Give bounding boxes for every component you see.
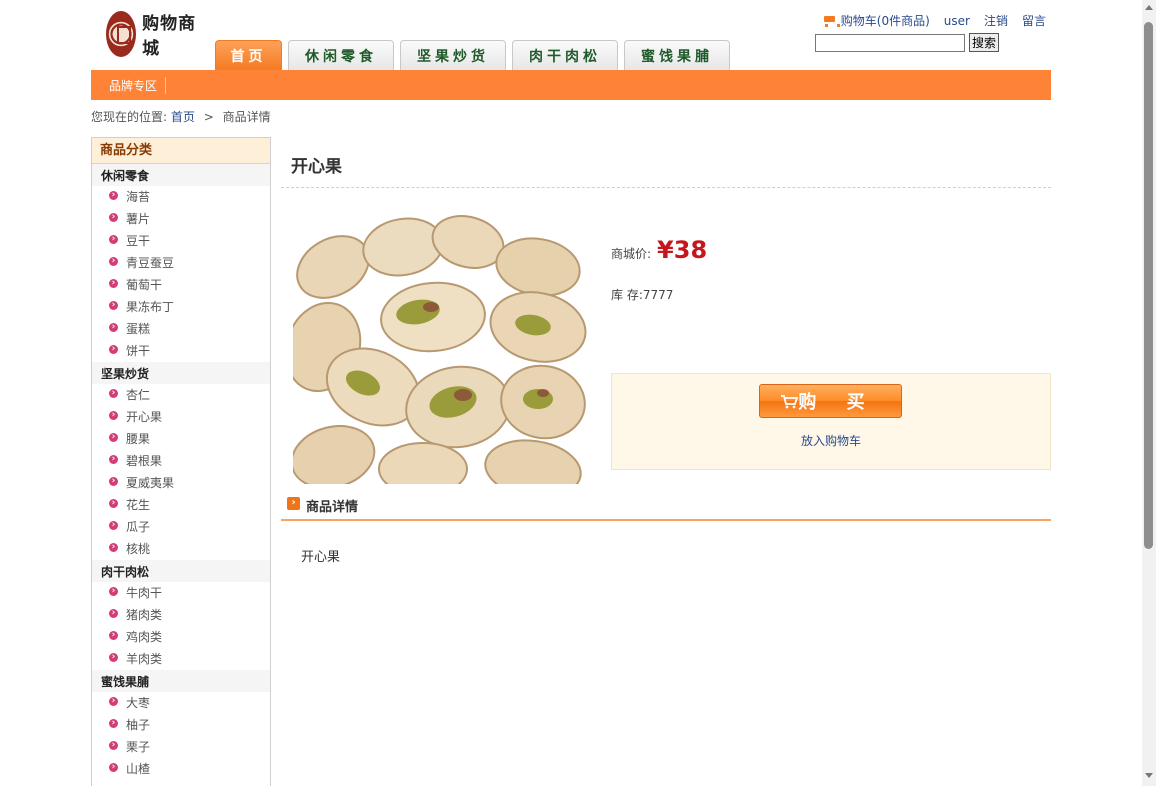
sidebar-item[interactable]: 碧根果: [92, 450, 270, 472]
detail-body: 开心果: [301, 550, 341, 565]
price-label: 商城价:: [611, 247, 652, 261]
tab-home[interactable]: 首页: [215, 40, 282, 70]
title-divider: [281, 187, 1051, 188]
tab-nuts[interactable]: 坚果炒货: [400, 40, 506, 70]
buy-button[interactable]: 购 买: [759, 384, 902, 418]
category-sidebar: 商品分类 休闲零食 海苔 薯片 豆干 青豆蚕豆 葡萄干 果冻布丁 蛋糕 饼干 坚…: [91, 137, 271, 786]
sidebar-item[interactable]: 葡萄干: [92, 274, 270, 296]
arrow-right-icon: ›: [287, 497, 300, 510]
sidebar-item[interactable]: 夏威夷果: [92, 472, 270, 494]
sidebar-category[interactable]: 休闲零食: [92, 164, 270, 186]
breadcrumb-current: 商品详情: [222, 110, 271, 124]
detail-title: 商品详情: [306, 500, 359, 515]
sidebar-item[interactable]: 果冻布丁: [92, 296, 270, 318]
product-title: 开心果: [291, 157, 342, 177]
logout-link[interactable]: 注销: [984, 12, 1008, 29]
scroll-up-arrow-icon[interactable]: [1145, 5, 1153, 10]
tab-jerky[interactable]: 肉干肉松: [512, 40, 618, 70]
brand-zone-link[interactable]: 品牌专区: [109, 76, 167, 94]
sidebar-item[interactable]: 薯片: [92, 208, 270, 230]
breadcrumb-separator: >: [203, 110, 214, 124]
navbar: 品牌专区: [91, 70, 1051, 100]
breadcrumb: 您现在的位置: 首页 > 商品详情: [91, 108, 271, 125]
main-tabs: 首页 休闲零食 坚果炒货 肉干肉松 蜜饯果脯: [215, 40, 730, 70]
sidebar-item[interactable]: 鸡肉类: [92, 626, 270, 648]
detail-section-header: › 商品详情: [281, 494, 1051, 521]
sidebar-item[interactable]: 花生: [92, 494, 270, 516]
shopping-cart-icon: [823, 15, 840, 27]
scroll-thumb[interactable]: [1144, 22, 1153, 549]
breadcrumb-home[interactable]: 首页: [171, 110, 195, 124]
tab-preserved-fruit[interactable]: 蜜饯果脯: [624, 40, 730, 70]
sidebar-item[interactable]: 海苔: [92, 186, 270, 208]
pistachio-illustration: [293, 207, 589, 484]
site-logo[interactable]: 购物商城: [106, 10, 210, 59]
add-to-cart-link[interactable]: 放入购物车: [612, 432, 1050, 449]
sidebar-item[interactable]: 开心果: [92, 406, 270, 428]
sidebar-category[interactable]: 肉干肉松: [92, 560, 270, 582]
cart-link-label[interactable]: 购物车(0件商品): [841, 12, 930, 29]
scroll-down-arrow-icon[interactable]: [1145, 773, 1153, 778]
sidebar-item[interactable]: 饼干: [92, 340, 270, 362]
sidebar-item[interactable]: 豆干: [92, 230, 270, 252]
sidebar-item[interactable]: 栗子: [92, 736, 270, 758]
cart-link[interactable]: 购物车(0件商品): [823, 12, 930, 29]
search-input[interactable]: [815, 33, 965, 52]
sidebar-item[interactable]: 柚子: [92, 714, 270, 736]
sidebar-item[interactable]: 青豆蚕豆: [92, 252, 270, 274]
user-link[interactable]: user: [944, 14, 970, 28]
logo-seal-icon: [106, 11, 137, 57]
buy-panel: 购 买 放入购物车: [611, 373, 1051, 470]
price-row: 商城价: ¥38: [611, 236, 707, 264]
sidebar-item[interactable]: 羊肉类: [92, 648, 270, 670]
top-links: 购物车(0件商品) user 注销 留言: [823, 12, 1046, 29]
message-link[interactable]: 留言: [1022, 12, 1046, 29]
sidebar-item[interactable]: 杏仁: [92, 384, 270, 406]
stock-info: 库 存:7777: [611, 288, 674, 302]
logo-text: 购物商城: [142, 14, 197, 59]
sidebar-item[interactable]: 瓜子: [92, 516, 270, 538]
page-scrollbar[interactable]: [1142, 0, 1156, 786]
sidebar-item[interactable]: 山楂: [92, 758, 270, 780]
sidebar-item[interactable]: 猪肉类: [92, 604, 270, 626]
price-value: ¥38: [657, 236, 708, 264]
breadcrumb-prefix: 您现在的位置:: [91, 110, 168, 124]
sidebar-category[interactable]: 坚果炒货: [92, 362, 270, 384]
search-box: 搜索: [815, 33, 1000, 52]
sidebar-item[interactable]: 核桃: [92, 538, 270, 560]
search-button[interactable]: 搜索: [969, 33, 1000, 52]
sidebar-item[interactable]: 腰果: [92, 428, 270, 450]
sidebar-item[interactable]: 牛肉干: [92, 582, 270, 604]
buy-button-label: 购 买: [798, 392, 877, 413]
sidebar-title: 商品分类: [92, 138, 270, 164]
sidebar-item[interactable]: 大枣: [92, 692, 270, 714]
tab-snacks[interactable]: 休闲零食: [288, 40, 394, 70]
pistachio-photo: [293, 207, 589, 484]
shopping-cart-icon: [781, 395, 798, 409]
sidebar-category[interactable]: 蜜饯果脯: [92, 670, 270, 692]
sidebar-item[interactable]: 蛋糕: [92, 318, 270, 340]
